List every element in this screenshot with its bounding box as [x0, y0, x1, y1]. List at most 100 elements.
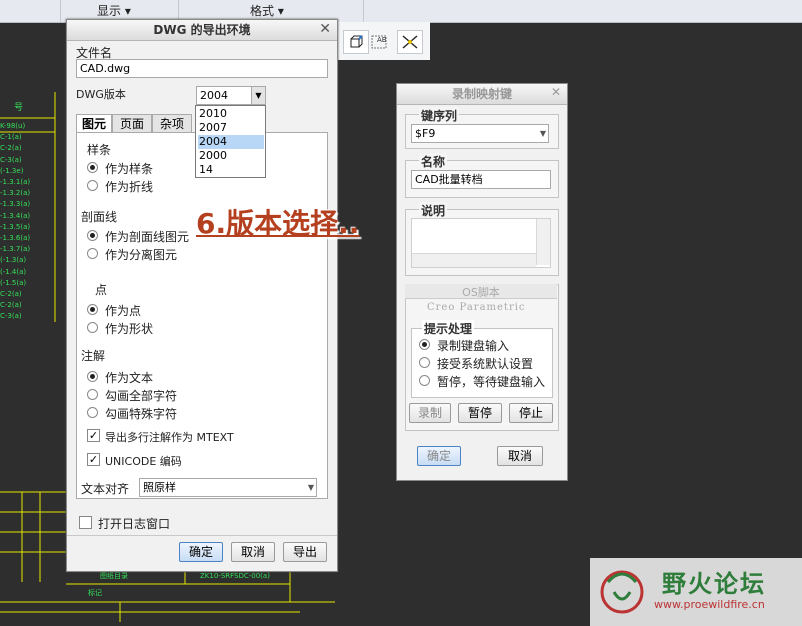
radio-note-as-text[interactable] — [87, 371, 98, 382]
radio-hatch-as-separate[interactable] — [87, 248, 98, 259]
divider — [67, 535, 337, 536]
menu-display[interactable]: 显示 ▾ — [97, 2, 131, 20]
pause-button[interactable]: 暂停 — [458, 403, 502, 423]
menu-format[interactable]: 格式 ▾ — [250, 2, 284, 20]
watermark-url: www.proewildfire.cn — [654, 598, 765, 611]
align-select[interactable]: 照原样 ▼ — [139, 478, 317, 497]
log-label: 打开日志窗口 — [98, 517, 171, 531]
cancel-button[interactable]: 取消 — [497, 446, 543, 466]
cad-row-label: C-1(a) — [0, 133, 22, 142]
radio-spline-as-spline[interactable] — [87, 162, 98, 173]
radio-note-stroke-special[interactable] — [87, 407, 98, 418]
point-section-title: 点 — [95, 283, 108, 297]
keyseq-select[interactable]: $F9 ▼ — [411, 124, 549, 143]
radio-hatch-as-hatch[interactable] — [87, 230, 98, 241]
watermark-title: 野火论坛 — [662, 570, 766, 598]
filename-input[interactable]: CAD.dwg — [76, 59, 328, 78]
ok-button[interactable]: 确定 — [179, 542, 223, 562]
unicode-checkbox[interactable]: ✓ — [87, 453, 100, 466]
option-label: 作为样条 — [105, 162, 154, 176]
align-label: 文本对齐 — [81, 482, 130, 496]
option-label: 作为点 — [105, 304, 142, 318]
svg-text:AB: AB — [377, 36, 387, 44]
cad-row-label: -1.3.2(a) — [0, 189, 31, 198]
radio-point-as-point[interactable] — [87, 304, 98, 315]
radio-accept-default[interactable] — [419, 357, 430, 368]
os-script-tab[interactable]: OS脚本 — [405, 284, 557, 299]
version-select[interactable]: 2004 ▼ — [196, 86, 266, 105]
tab-panel: 样条 作为样条 作为折线 剖面线 作为剖面线图元 作为分离图元 点 作为点 作为… — [76, 132, 328, 499]
export-button[interactable]: 导出 — [283, 542, 327, 562]
tab-elements[interactable]: 图元 — [76, 114, 112, 133]
option-label: 作为形状 — [105, 322, 154, 336]
tutorial-caption: 6.版本选择.. — [196, 207, 360, 240]
radio-point-as-shape[interactable] — [87, 322, 98, 333]
unicode-label: UNICODE 编码 — [105, 455, 182, 468]
version-option[interactable]: 2007 — [198, 121, 264, 135]
ok-button[interactable]: 确定 — [417, 446, 461, 466]
tab-page[interactable]: 页面 — [112, 114, 152, 133]
chevron-down-icon[interactable]: ▼ — [251, 87, 265, 104]
hatch-section-title: 剖面线 — [81, 210, 118, 224]
option-label: 暂停，等待键盘输入 — [437, 375, 546, 389]
radio-pause-for-input[interactable] — [419, 375, 430, 386]
cad-row-label: -1.3.1(a) — [0, 178, 31, 186]
cad-row-label: C-2(a) — [0, 290, 22, 298]
name-input[interactable]: CAD批量转档 — [411, 170, 551, 189]
radio-spline-as-polyline[interactable] — [87, 180, 98, 191]
close-icon[interactable]: ✕ — [551, 85, 561, 99]
name-label: 名称 — [419, 153, 448, 170]
cad-footer-right: ZK10-SRFSDC-00(a) — [200, 572, 270, 580]
cad-bottom-label: 标记 — [88, 589, 102, 597]
box-3d-icon[interactable] — [343, 30, 369, 54]
version-option[interactable]: 2010 — [198, 107, 264, 121]
version-option[interactable]: 14 — [198, 163, 264, 177]
wildfire-logo-icon — [600, 570, 644, 614]
radio-note-stroke-all[interactable] — [87, 389, 98, 400]
record-button[interactable]: 录制 — [409, 403, 451, 423]
mtext-checkbox[interactable]: ✓ — [87, 429, 100, 442]
keyseq-label: 键序列 — [419, 107, 460, 124]
cad-footer-left: 图纸目录 — [100, 572, 128, 580]
watermark: 野火论坛 www.proewildfire.cn — [590, 558, 802, 626]
cad-row-label: (-1.3(a) — [0, 256, 27, 265]
cad-row-label: C-2(a) — [0, 301, 22, 310]
description-label: 说明 — [419, 202, 448, 219]
version-select-value: 2004 — [200, 89, 228, 102]
cad-row-label: -1.3.7(a) — [0, 245, 31, 254]
cad-row-label: C-2(a) — [0, 144, 22, 153]
prompt-label: 提示处理 — [422, 320, 475, 337]
scrollbar-horizontal[interactable] — [412, 253, 536, 267]
toolbar-separator — [363, 0, 364, 22]
cad-row-label: C-3(a) — [0, 155, 22, 164]
chevron-down-icon[interactable]: ▼ — [540, 125, 546, 142]
cancel-button[interactable]: 取消 — [231, 542, 275, 562]
option-label: 作为文本 — [105, 371, 154, 385]
option-label: 接受系统默认设置 — [437, 357, 534, 371]
align-select-value: 照原样 — [143, 481, 176, 494]
option-label: 作为分离图元 — [105, 248, 178, 262]
stop-button[interactable]: 停止 — [509, 403, 553, 423]
record-mapkey-dialog: 录制映射键 ✕ 键序列 $F9 ▼ 名称 CAD批量转档 说明 OS脚本 Cre… — [396, 83, 568, 481]
dwg-export-dialog: DWG 的导出环境 ✕ 文件名 CAD.dwg DWG版本 2004 ▼ 图元 … — [66, 19, 338, 572]
cad-row-label: (-1.3e) — [0, 166, 24, 175]
log-checkbox[interactable] — [79, 516, 92, 529]
scrollbar-vertical[interactable] — [536, 219, 550, 265]
close-icon[interactable]: ✕ — [319, 21, 331, 37]
chevron-down-icon: ▼ — [307, 483, 314, 492]
cad-row-label: -1.3.5(a) — [0, 222, 31, 231]
tab-misc[interactable]: 杂项 — [152, 114, 192, 133]
text-ab-icon[interactable]: AB — [369, 30, 393, 52]
version-option[interactable]: 2000 — [198, 149, 264, 163]
cad-row-label: K-98(u) — [0, 122, 26, 130]
dialog-title: DWG 的导出环境 — [67, 20, 337, 41]
cad-row-label: -1.3.6(a) — [0, 234, 31, 242]
version-option-selected[interactable]: 2004 — [198, 135, 264, 149]
radio-record-keyboard[interactable] — [419, 339, 430, 350]
dimension-icon[interactable] — [397, 30, 423, 54]
description-textarea[interactable] — [411, 218, 551, 268]
keyseq-value: $F9 — [415, 127, 436, 140]
dialog-title: 录制映射键 — [397, 84, 567, 105]
note-section-title: 注解 — [81, 349, 106, 363]
creo-label[interactable]: Creo Parametric — [427, 302, 526, 313]
